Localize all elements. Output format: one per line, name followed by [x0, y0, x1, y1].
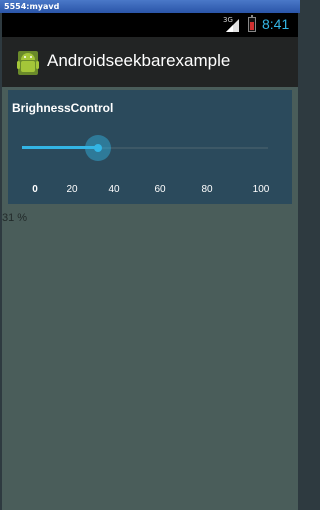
clock: 8:41	[262, 16, 290, 32]
brightness-percent-readout: 31 %	[2, 212, 28, 224]
tick-label: 20	[66, 184, 78, 195]
tick-label: 100	[252, 184, 270, 195]
battery-icon	[248, 15, 256, 32]
brightness-card: BrighnessControl 0 20 40 60 80 100	[8, 90, 292, 204]
app-title: Androidseekbarexample	[47, 51, 231, 70]
signal-icon	[226, 19, 239, 32]
tick-label: 40	[108, 184, 120, 195]
status-bar: 3G 8:41	[2, 13, 298, 37]
tick-label: 60	[154, 184, 166, 195]
action-bar: Androidseekbarexample	[2, 37, 298, 87]
tick-label: 80	[201, 184, 213, 195]
window-title: 5554:myavd	[0, 0, 300, 13]
tick-label: 0	[32, 184, 38, 195]
device-screen: 3G 8:41 Androidseekbarexample BrighnessC…	[2, 13, 298, 510]
android-icon	[17, 51, 39, 75]
battery-level	[250, 22, 254, 30]
brightness-title: BrighnessControl	[12, 101, 114, 115]
